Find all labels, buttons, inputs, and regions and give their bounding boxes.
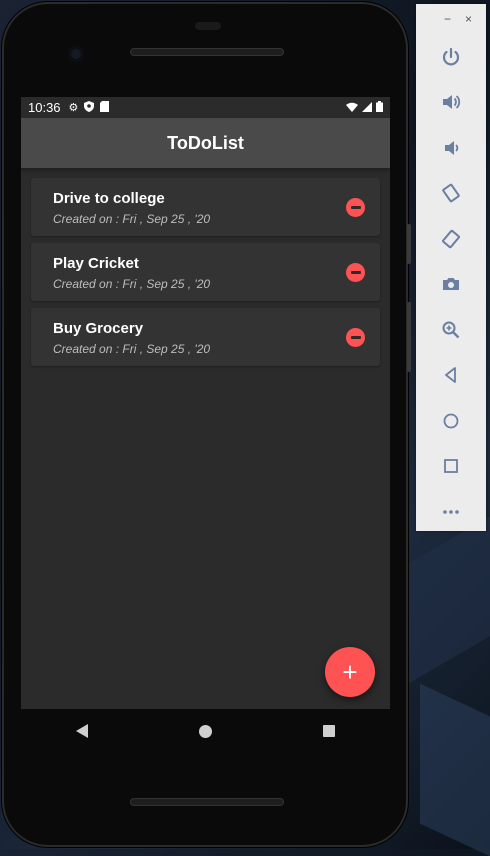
back-icon[interactable] xyxy=(416,353,486,399)
battery-icon xyxy=(376,100,383,115)
side-button[interactable] xyxy=(407,302,411,372)
camera-icon[interactable] xyxy=(416,262,486,308)
backdrop-facet xyxy=(420,683,490,856)
todo-item[interactable]: Drive to college Created on : Fri , Sep … xyxy=(31,178,380,236)
overview-icon[interactable] xyxy=(416,444,486,490)
volume-down-icon[interactable] xyxy=(416,125,486,171)
sd-card-icon xyxy=(100,100,110,115)
home-icon[interactable] xyxy=(416,398,486,444)
power-icon[interactable] xyxy=(416,34,486,80)
status-time: 10:36 xyxy=(28,100,61,115)
page-title: ToDoList xyxy=(167,132,244,153)
front-camera xyxy=(68,46,84,62)
todo-title: Buy Grocery xyxy=(53,320,144,337)
nav-overview-icon[interactable] xyxy=(322,725,335,737)
todo-created-date: Created on : Fri , Sep 25 , '20 xyxy=(53,342,211,356)
minus-icon xyxy=(350,206,361,209)
todo-title: Play Cricket xyxy=(53,255,139,272)
volume-up-icon[interactable] xyxy=(416,80,486,126)
more-icon[interactable] xyxy=(416,489,486,535)
app-bar: ToDoList xyxy=(21,118,390,168)
wifi-icon xyxy=(346,100,358,115)
delete-button[interactable] xyxy=(346,263,365,282)
todo-created-date: Created on : Fri , Sep 25 , '20 xyxy=(53,212,211,226)
todo-title: Drive to college xyxy=(53,190,165,207)
app-screen: 10:36 ⚙ ToDoList Drive to college Create… xyxy=(21,97,390,709)
todo-created-date: Created on : Fri , Sep 25 , '20 xyxy=(53,277,211,291)
minus-icon xyxy=(350,336,361,339)
zoom-icon[interactable] xyxy=(416,307,486,353)
settings-icon: ⚙ xyxy=(68,102,79,114)
shield-icon xyxy=(84,100,95,115)
toolbar-window-controls: − × xyxy=(416,4,486,34)
rotate-right-icon[interactable] xyxy=(416,216,486,262)
signal-icon xyxy=(362,100,372,115)
todo-list: Drive to college Created on : Fri , Sep … xyxy=(21,168,390,366)
backdrop-facet xyxy=(408,516,490,684)
top-speaker xyxy=(130,48,284,56)
close-button[interactable]: × xyxy=(465,12,472,26)
delete-button[interactable] xyxy=(346,328,365,347)
delete-button[interactable] xyxy=(346,198,365,217)
system-nav-bar xyxy=(21,709,390,753)
bottom-speaker xyxy=(130,798,284,806)
status-bar: 10:36 ⚙ xyxy=(21,97,390,118)
nav-back-icon[interactable] xyxy=(76,724,89,738)
earpiece-sensor xyxy=(195,22,221,30)
minimize-button[interactable]: − xyxy=(444,12,451,26)
minus-icon xyxy=(350,271,361,274)
plus-icon: + xyxy=(342,656,358,687)
todo-item[interactable]: Play Cricket Created on : Fri , Sep 25 ,… xyxy=(31,243,380,301)
rotate-left-icon[interactable] xyxy=(416,171,486,217)
todo-item[interactable]: Buy Grocery Created on : Fri , Sep 25 , … xyxy=(31,308,380,366)
nav-home-icon[interactable] xyxy=(198,724,212,738)
side-button[interactable] xyxy=(407,224,411,264)
add-todo-button[interactable]: + xyxy=(325,647,375,697)
emulator-toolbar: − × xyxy=(416,4,486,531)
